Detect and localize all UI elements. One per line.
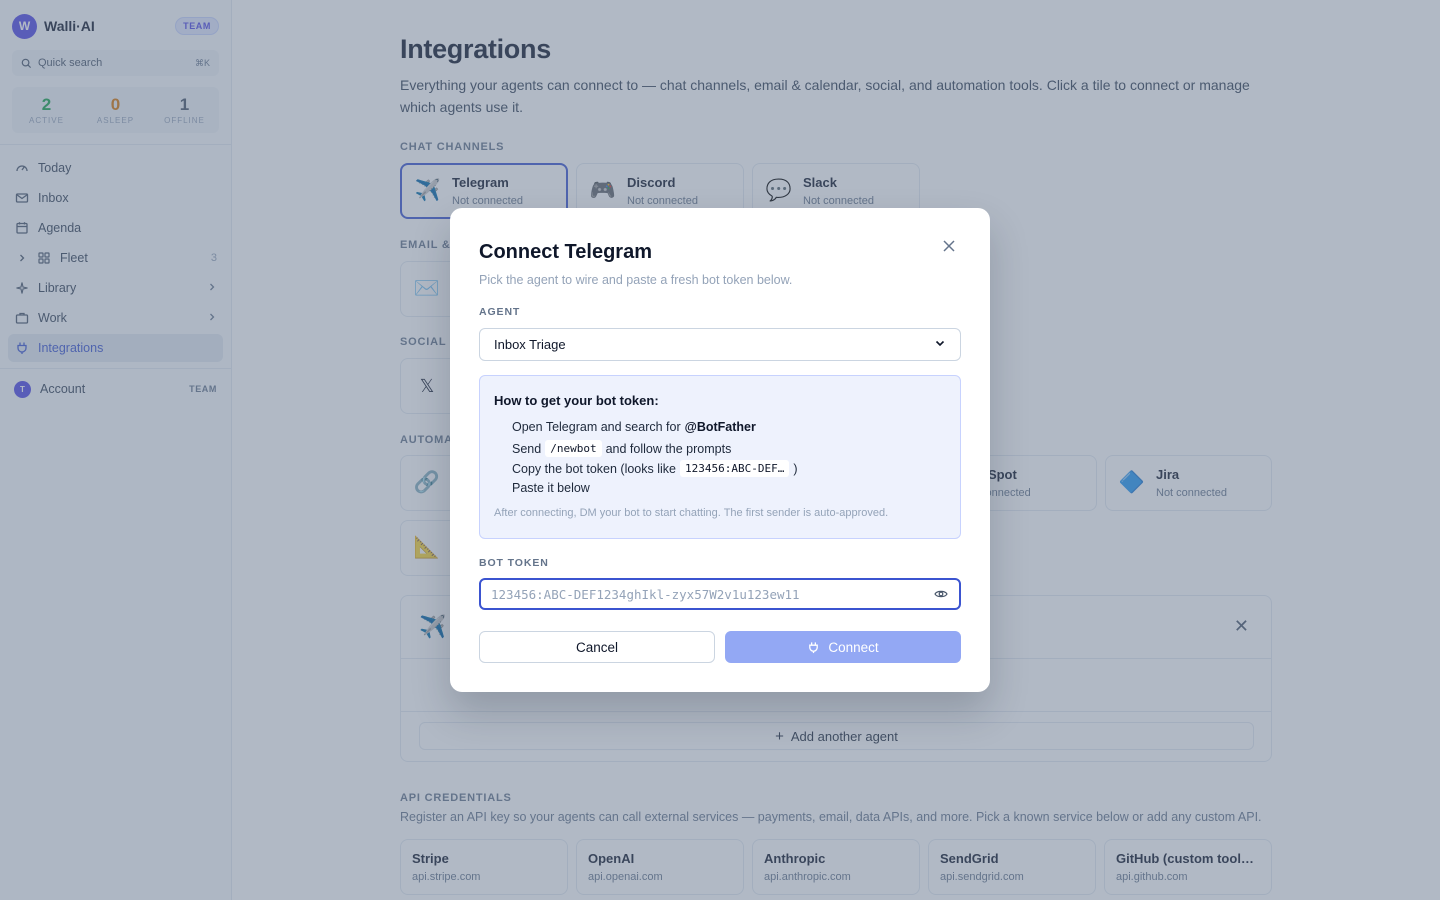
- close-icon[interactable]: [939, 236, 959, 256]
- instruction-step-3: Copy the bot token (looks like 123456:AB…: [512, 460, 798, 477]
- instruction-step-4: Paste it below: [512, 481, 590, 495]
- step-bold: @BotFather: [684, 420, 756, 434]
- connect-telegram-modal: Connect Telegram Pick the agent to wire …: [450, 208, 990, 692]
- cancel-button[interactable]: Cancel: [479, 631, 715, 663]
- modal-title: Connect Telegram: [479, 241, 652, 263]
- eye-icon[interactable]: [933, 586, 949, 602]
- chevron-down-icon: [934, 337, 946, 352]
- instructions-title: How to get your bot token:: [494, 393, 659, 408]
- instruction-step-2: Send /newbot and follow the prompts: [512, 440, 731, 457]
- connect-button[interactable]: Connect: [725, 631, 961, 663]
- instructions-note: After connecting, DM your bot to start c…: [494, 507, 889, 519]
- connect-label: Connect: [828, 639, 879, 655]
- plug-icon: [807, 641, 820, 654]
- agent-select[interactable]: Inbox Triage: [479, 328, 961, 361]
- modal-subtitle: Pick the agent to wire and paste a fresh…: [479, 273, 793, 287]
- step-text: and follow the prompts: [605, 441, 732, 456]
- bot-token-instructions: How to get your bot token: Open Telegram…: [479, 375, 961, 539]
- step-text: Copy the bot token (looks like: [512, 461, 676, 476]
- bot-token-label: BOT TOKEN: [479, 557, 549, 569]
- agent-label: AGENT: [479, 306, 521, 318]
- instruction-step-1: Open Telegram and search for @BotFather: [512, 420, 756, 434]
- step-text: Send: [512, 441, 542, 456]
- agent-select-value: Inbox Triage: [494, 337, 566, 352]
- step-code: /newbot: [545, 440, 602, 457]
- bot-token-field: [479, 578, 961, 610]
- step-text: Open Telegram and search for: [512, 420, 681, 434]
- bot-token-input[interactable]: [491, 586, 933, 602]
- step-text: ): [793, 461, 798, 476]
- step-code: 123456:ABC-DEF…: [679, 460, 790, 477]
- step-text: Paste it below: [512, 481, 590, 495]
